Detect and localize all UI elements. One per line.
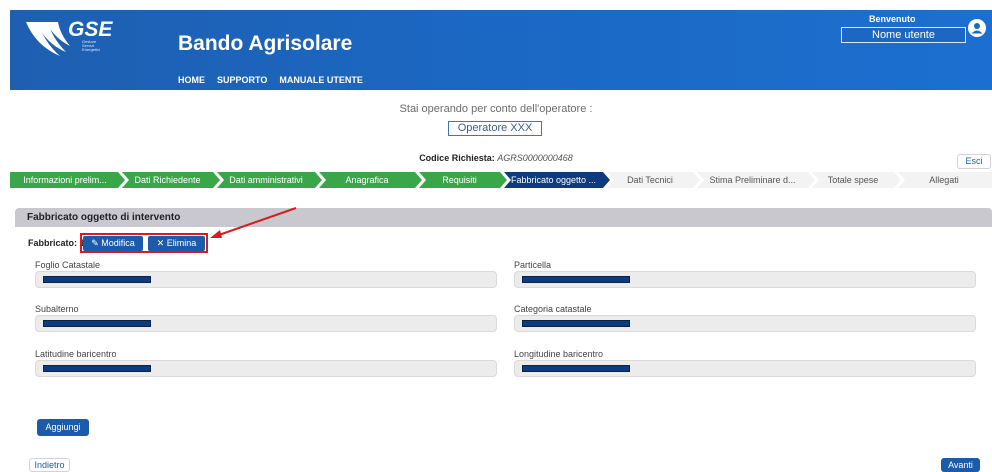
esci-button[interactable]: Esci [957, 154, 991, 169]
user-name-field[interactable]: Nome utente [841, 27, 966, 43]
field-label-categoria-catastale: Categoria catastale [514, 304, 592, 314]
elimina-button[interactable]: ✕ Elimina [148, 236, 205, 251]
step-label: Dati Richiedente [134, 175, 201, 185]
step-label: Allegati [929, 175, 959, 185]
field-latitudine[interactable]: redacted [35, 360, 497, 377]
field-value-redacted: redacted [43, 276, 151, 283]
step-label: Requisiti [442, 175, 477, 185]
app-title: Bando Agrisolare [178, 32, 353, 55]
step-label: Informazioni prelim... [23, 175, 107, 185]
main-nav: HOME SUPPORTO MANUALE UTENTE [178, 75, 363, 85]
progress-path: Informazioni prelim... Dati Richiedente … [10, 172, 992, 188]
field-label-subalterno: Subalterno [35, 304, 79, 314]
field-particella[interactable]: redacted [514, 271, 976, 288]
user-avatar-icon[interactable] [968, 19, 986, 37]
section-header: Fabbricato oggetto di intervento [15, 208, 992, 227]
step-allegati[interactable]: Allegati [896, 172, 992, 188]
field-subalterno[interactable]: redacted [35, 315, 497, 332]
indietro-button[interactable]: Indietro [29, 458, 70, 472]
step-fabbricato-oggetto[interactable]: Fabbricato oggetto ... [502, 172, 605, 188]
step-informazioni-preliminari[interactable]: Informazioni prelim... [10, 172, 120, 188]
app-header: GSE Gestore Servizi Energetici Bando Agr… [10, 10, 992, 90]
request-code-value: AGRS0000000468 [497, 153, 573, 163]
logo-subtitle: Gestore Servizi Energetici [82, 39, 100, 52]
field-foglio-catastale[interactable]: redacted [35, 271, 497, 288]
nav-supporto[interactable]: SUPPORTO [217, 75, 267, 85]
aggiungi-button[interactable]: Aggiungi [37, 419, 89, 436]
request-code-label: Codice Richiesta: [419, 153, 495, 163]
field-value-redacted: redacted [522, 276, 630, 283]
field-label-latitudine: Latitudine baricentro [35, 349, 117, 359]
step-label: Anagrafica [345, 175, 389, 185]
step-totale-spese[interactable]: Totale spese [810, 172, 896, 188]
field-value-redacted: redacted [522, 365, 630, 372]
field-longitudine[interactable]: redacted [514, 360, 976, 377]
field-value-redacted: redacted [522, 320, 630, 327]
operator-name: Operatore XXX [448, 121, 542, 136]
field-categoria-catastale[interactable]: redacted [514, 315, 976, 332]
step-anagrafica[interactable]: Anagrafica [317, 172, 417, 188]
section-title: Fabbricato oggetto di intervento [27, 212, 181, 223]
step-stima-preliminare[interactable]: Stima Preliminare d... [695, 172, 810, 188]
elimina-label: Elimina [166, 238, 197, 248]
highlight-box: ✎ Modifica ✕ Elimina [80, 233, 208, 253]
nav-home[interactable]: HOME [178, 75, 205, 85]
modifica-label: Modifica [101, 238, 135, 248]
step-dati-richiedente[interactable]: Dati Richiedente [120, 172, 215, 188]
welcome-label: Benvenuto [869, 14, 916, 24]
modifica-button[interactable]: ✎ Modifica [83, 236, 143, 251]
step-dati-amministrativi[interactable]: Dati amministrativi [215, 172, 317, 188]
step-label: Dati amministrativi [229, 175, 303, 185]
field-value-redacted: redacted [43, 320, 151, 327]
step-label: Fabbricato oggetto ... [510, 175, 597, 185]
field-label-longitudine: Longitudine baricentro [514, 349, 604, 359]
step-label: Totale spese [827, 175, 879, 185]
step-dati-tecnici[interactable]: Dati Tecnici [605, 172, 695, 188]
field-label-foglio-catastale: Foglio Catastale [35, 260, 101, 270]
request-code: Codice Richiesta: AGRS0000000468 [0, 153, 992, 163]
pencil-icon: ✎ [91, 238, 99, 248]
nav-manuale-utente[interactable]: MANUALE UTENTE [279, 75, 363, 85]
fabbricato-label: Fabbricato: 1 [28, 238, 85, 248]
operator-label: Stai operando per conto dell'operatore : [399, 103, 593, 115]
close-icon: ✕ [156, 238, 165, 248]
field-value-redacted: redacted [43, 365, 151, 372]
field-label-particella: Particella [514, 260, 552, 270]
avanti-button[interactable]: Avanti [941, 458, 980, 472]
step-label: Stima Preliminare d... [709, 175, 796, 185]
step-label: Dati Tecnici [627, 175, 673, 185]
step-requisiti[interactable]: Requisiti [417, 172, 502, 188]
